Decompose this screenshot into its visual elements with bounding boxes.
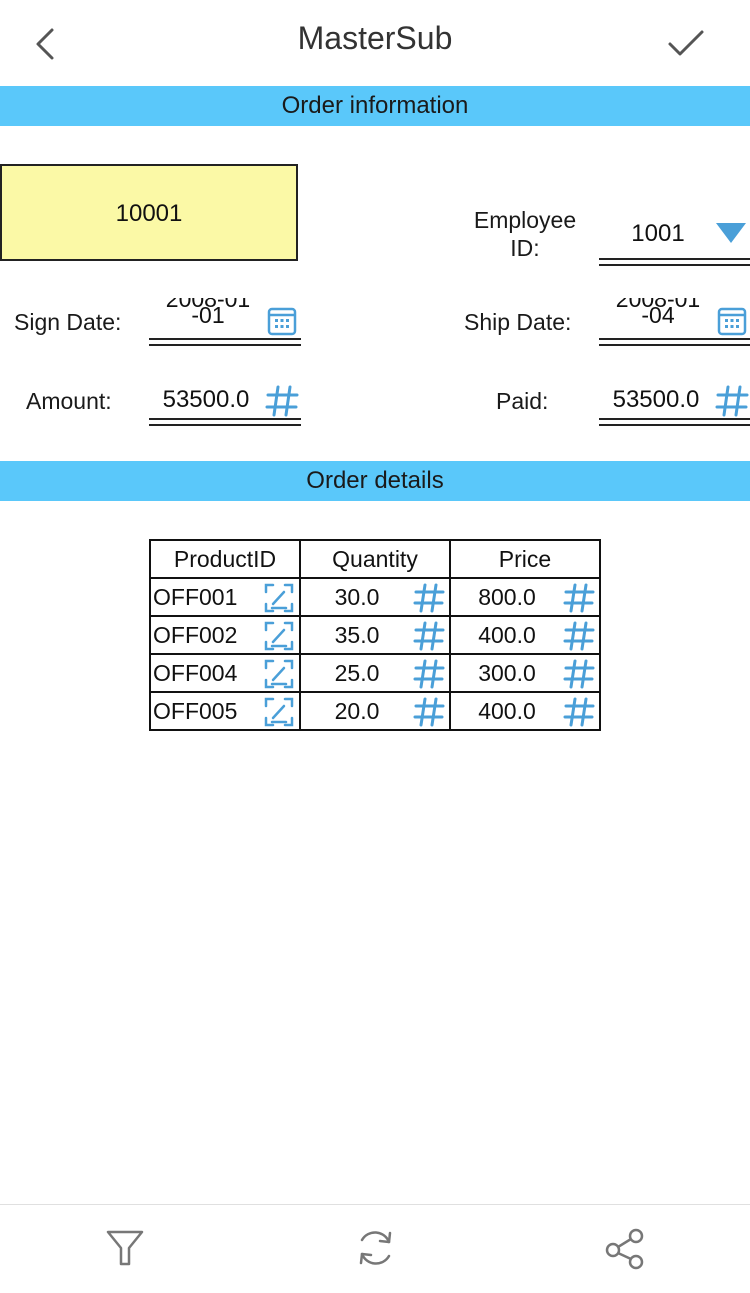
- number-input-icon[interactable]: [413, 620, 445, 652]
- table-row[interactable]: OFF001 30.0 800.0: [149, 577, 601, 617]
- column-header-quantity: Quantity: [299, 539, 451, 579]
- number-input-icon[interactable]: [563, 696, 595, 728]
- hash-icon: [413, 697, 445, 727]
- employee-id-value: 1001: [631, 220, 685, 247]
- section-header-order-info: Order information: [0, 86, 750, 126]
- edit-icon: [264, 697, 294, 727]
- cell-value: OFF004: [153, 660, 238, 686]
- cell-price[interactable]: 400.0: [449, 691, 601, 731]
- field-underline: [599, 258, 750, 266]
- edit-button[interactable]: [263, 658, 295, 690]
- paid-label: Paid:: [496, 388, 549, 414]
- sign-date-field[interactable]: 2008-01 -01: [149, 298, 301, 348]
- cell-value: 25.0: [334, 660, 380, 686]
- edit-button[interactable]: [263, 620, 295, 652]
- number-input-icon[interactable]: [413, 658, 445, 690]
- column-header-price: Price: [449, 539, 601, 579]
- cell-value: 300.0: [478, 660, 536, 686]
- order-id-field[interactable]: 10001: [0, 164, 298, 261]
- amount-field[interactable]: 53500.0: [149, 382, 301, 428]
- cell-value: OFF002: [153, 622, 238, 648]
- number-input-icon[interactable]: [563, 582, 595, 614]
- section-header-order-details: Order details: [0, 461, 750, 501]
- paid-field[interactable]: 53500.0: [599, 382, 750, 428]
- cell-price[interactable]: 400.0: [449, 615, 601, 655]
- edit-icon: [264, 621, 294, 651]
- share-icon: [605, 1228, 644, 1270]
- cell-productid[interactable]: OFF002: [149, 615, 301, 655]
- filter-icon: [106, 1230, 144, 1266]
- filter-button[interactable]: [105, 1226, 145, 1270]
- cell-value: 30.0: [334, 584, 380, 610]
- column-header-productid: ProductID: [149, 539, 301, 579]
- edit-icon: [264, 583, 294, 613]
- field-underline: [149, 418, 301, 426]
- ship-date-label: Ship Date:: [464, 309, 572, 335]
- cell-productid[interactable]: OFF001: [149, 577, 301, 617]
- confirm-button[interactable]: [664, 24, 708, 64]
- employee-id-select[interactable]: 1001: [599, 212, 750, 268]
- number-input-icon[interactable]: [413, 582, 445, 614]
- cell-value: 400.0: [478, 698, 536, 724]
- cell-productid[interactable]: OFF005: [149, 691, 301, 731]
- amount-label: Amount:: [26, 388, 112, 414]
- amount-value: 53500.0: [162, 386, 250, 413]
- cell-productid[interactable]: OFF004: [149, 653, 301, 693]
- cell-value: 400.0: [478, 622, 536, 648]
- edit-button[interactable]: [263, 696, 295, 728]
- cell-value: 800.0: [478, 584, 536, 610]
- hash-icon: [715, 385, 749, 417]
- ship-date-field[interactable]: 2008-01 -04: [599, 298, 750, 348]
- share-button[interactable]: [604, 1226, 644, 1270]
- hash-icon: [413, 621, 445, 651]
- ship-date-value: 2008-01 -04: [615, 298, 701, 328]
- calendar-icon[interactable]: [717, 306, 747, 336]
- paid-value: 53500.0: [612, 386, 700, 413]
- cell-quantity[interactable]: 25.0: [299, 653, 451, 693]
- refresh-button[interactable]: [355, 1226, 395, 1270]
- refresh-icon: [359, 1231, 392, 1265]
- table-header-row: ProductID Quantity Price: [149, 539, 601, 579]
- edit-icon: [264, 659, 294, 689]
- hash-icon: [563, 697, 595, 727]
- order-details-table: ProductID Quantity Price OFF001 30.0 800.0…: [149, 539, 601, 731]
- cell-price[interactable]: 800.0: [449, 577, 601, 617]
- cell-quantity[interactable]: 20.0: [299, 691, 451, 731]
- field-underline: [599, 338, 750, 346]
- sign-date-value: 2008-01 -01: [165, 298, 251, 328]
- triangle-down-icon: [716, 223, 746, 243]
- checkmark-icon: [668, 30, 704, 56]
- cell-quantity[interactable]: 30.0: [299, 577, 451, 617]
- cell-value: OFF001: [153, 584, 238, 610]
- cell-value: 20.0: [334, 698, 380, 724]
- table-row[interactable]: OFF005 20.0 400.0: [149, 691, 601, 731]
- field-underline: [149, 338, 301, 346]
- hash-icon: [563, 659, 595, 689]
- employee-id-label: Employee ID:: [473, 207, 577, 261]
- hash-icon: [413, 583, 445, 613]
- number-input-icon[interactable]: [413, 696, 445, 728]
- number-input-icon[interactable]: [563, 620, 595, 652]
- cell-value: 35.0: [334, 622, 380, 648]
- cell-quantity[interactable]: 35.0: [299, 615, 451, 655]
- field-underline: [599, 418, 750, 426]
- table-row[interactable]: OFF004 25.0 300.0: [149, 653, 601, 693]
- cell-value: OFF005: [153, 698, 238, 724]
- calendar-icon[interactable]: [267, 306, 297, 336]
- edit-button[interactable]: [263, 582, 295, 614]
- sign-date-label: Sign Date:: [14, 309, 122, 335]
- hash-icon: [563, 621, 595, 651]
- table-row[interactable]: OFF002 35.0 400.0: [149, 615, 601, 655]
- hash-icon: [413, 659, 445, 689]
- cell-price[interactable]: 300.0: [449, 653, 601, 693]
- page-title: MasterSub: [297, 20, 453, 56]
- hash-icon: [265, 385, 299, 417]
- number-input-icon[interactable]: [563, 658, 595, 690]
- hash-icon: [563, 583, 595, 613]
